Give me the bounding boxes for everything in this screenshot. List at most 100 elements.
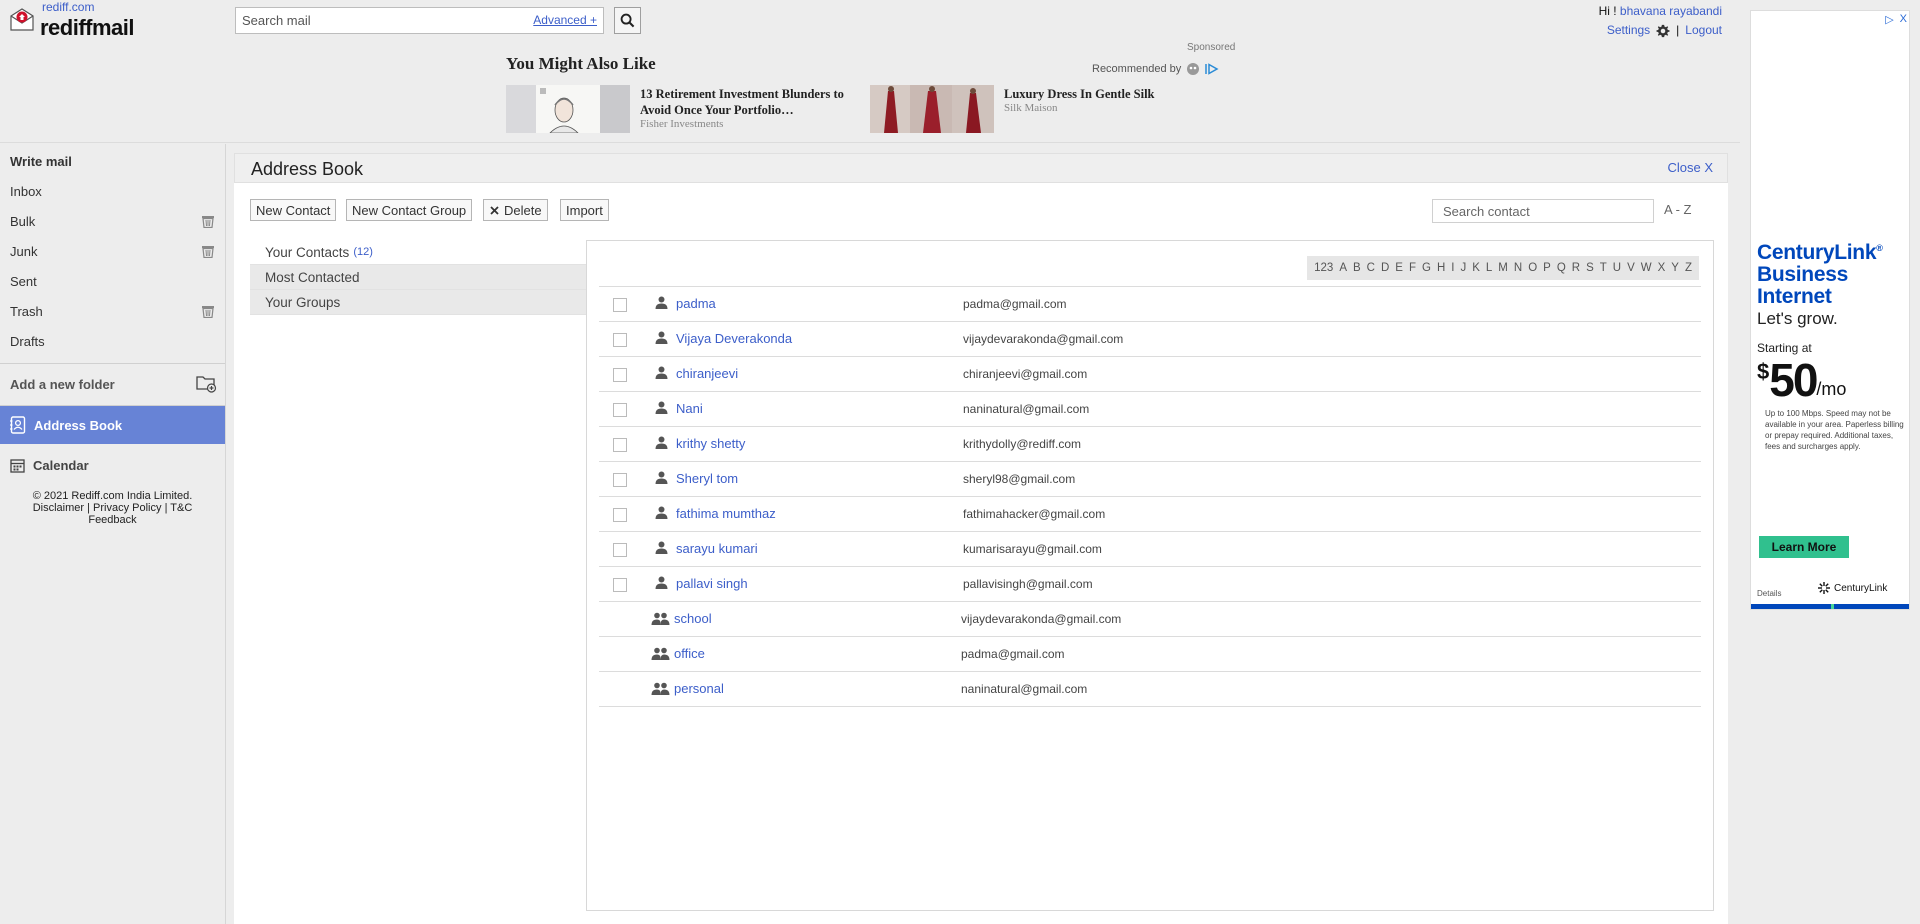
empty-junk-trash-icon[interactable]	[201, 245, 215, 258]
group-row[interactable]: personal naninatural@gmail.com	[599, 671, 1701, 706]
contact-row[interactable]: sarayu kumari kumarisarayu@gmail.com	[599, 531, 1701, 566]
contact-row[interactable]: chiranjeevi chiranjeevi@gmail.com	[599, 356, 1701, 391]
alphabet-letter[interactable]: U	[1610, 262, 1624, 274]
nav-sent[interactable]: Sent	[0, 266, 225, 296]
alphabet-letter[interactable]: X	[1655, 262, 1669, 274]
contact-name[interactable]: Sheryl tom	[676, 471, 738, 486]
sort-az-toggle[interactable]: A - Z	[1664, 202, 1691, 217]
contact-checkbox[interactable]	[613, 403, 627, 417]
disclaimer-link[interactable]: Disclaimer	[33, 502, 84, 514]
alphabet-letter[interactable]: H	[1434, 262, 1448, 274]
contact-row[interactable]: krithy shetty krithydolly@rediff.com	[599, 426, 1701, 461]
contact-name[interactable]: chiranjeevi	[676, 366, 738, 381]
new-contact-group-button[interactable]: New Contact Group	[346, 199, 473, 221]
promo-item-title[interactable]: Luxury Dress In Gentle Silk	[1004, 86, 1219, 102]
alphabet-letter[interactable]: T	[1597, 262, 1610, 274]
promo-item[interactable]: 13 Retirement Investment Blunders to Avo…	[506, 85, 866, 133]
alphabet-letter[interactable]: A	[1336, 262, 1350, 274]
group-name[interactable]: school	[674, 611, 712, 626]
nav-calendar[interactable]: Calendar	[0, 447, 225, 483]
contact-checkbox[interactable]	[613, 438, 627, 452]
privacy-policy-link[interactable]: Privacy Policy	[93, 502, 161, 514]
contact-checkbox[interactable]	[613, 508, 627, 522]
contact-checkbox[interactable]	[613, 333, 627, 347]
alphabet-letter[interactable]: G	[1419, 262, 1434, 274]
ad-close-icon[interactable]: X	[1900, 13, 1907, 26]
contact-row[interactable]: padma padma@gmail.com	[599, 286, 1701, 321]
terms-link[interactable]: T&C	[170, 502, 192, 514]
contact-row[interactable]: pallavi singh pallavisingh@gmail.com	[599, 566, 1701, 601]
contact-checkbox[interactable]	[613, 368, 627, 382]
nav-write-mail[interactable]: Write mail	[0, 146, 225, 176]
ad-details-link[interactable]: Details	[1757, 589, 1781, 598]
contact-row[interactable]: Nani naninatural@gmail.com	[599, 391, 1701, 426]
contact-search-input[interactable]	[1433, 200, 1653, 222]
nav-bulk[interactable]: Bulk	[0, 206, 225, 236]
add-folder-button[interactable]: Add a new folder	[0, 368, 225, 400]
advertisement[interactable]: ▷ X CenturyLink® Business Internet Let's…	[1750, 10, 1910, 610]
alphabet-letter[interactable]: I	[1448, 262, 1457, 274]
alphabet-letter[interactable]: V	[1624, 262, 1638, 274]
nav-drafts[interactable]: Drafts	[0, 326, 225, 356]
advanced-search-link[interactable]: Advanced +	[533, 13, 597, 27]
empty-trash-icon[interactable]	[201, 305, 215, 318]
nav-junk[interactable]: Junk	[0, 236, 225, 266]
alphabet-letter[interactable]: L	[1483, 262, 1495, 274]
gear-icon[interactable]	[1656, 24, 1670, 38]
group-name[interactable]: office	[674, 646, 705, 661]
category-most-contacted[interactable]: Most Contacted	[250, 265, 587, 290]
alphabet-letter[interactable]: F	[1406, 262, 1419, 274]
alphabet-letter[interactable]: M	[1495, 262, 1511, 274]
alphabet-letter[interactable]: C	[1364, 262, 1378, 274]
contact-checkbox[interactable]	[613, 543, 627, 557]
group-row[interactable]: school vijaydevarakonda@gmail.com	[599, 601, 1701, 636]
alphabet-letter[interactable]: N	[1511, 262, 1525, 274]
group-name[interactable]: personal	[674, 681, 724, 696]
alphabet-letter[interactable]: B	[1350, 262, 1364, 274]
alphabet-letter[interactable]: R	[1569, 262, 1583, 274]
promo-item-title[interactable]: 13 Retirement Investment Blunders to Avo…	[640, 86, 855, 118]
contact-name[interactable]: krithy shetty	[676, 436, 745, 451]
contact-row[interactable]: fathima mumthaz fathimahacker@gmail.com	[599, 496, 1701, 531]
contact-name[interactable]: pallavi singh	[676, 576, 748, 591]
category-your-contacts[interactable]: Your Contacts (12)	[250, 240, 587, 265]
alphabet-letter[interactable]: P	[1540, 262, 1554, 274]
feedback-link[interactable]: Feedback	[88, 514, 136, 526]
alphabet-letter[interactable]: E	[1392, 262, 1406, 274]
nav-address-book[interactable]: Address Book	[0, 406, 225, 444]
ad-learn-more-button[interactable]: Learn More	[1759, 536, 1849, 558]
contact-name[interactable]: fathima mumthaz	[676, 506, 776, 521]
contact-name[interactable]: padma	[676, 296, 716, 311]
adchoices-icon[interactable]: ▷	[1885, 13, 1893, 26]
category-your-groups[interactable]: Your Groups	[250, 290, 587, 315]
import-button[interactable]: Import	[560, 199, 609, 221]
contact-row[interactable]: Vijaya Deverakonda vijaydevarakonda@gmail…	[599, 321, 1701, 356]
user-name-link[interactable]: bhavana rayabandi	[1620, 4, 1722, 18]
alphabet-letter[interactable]: O	[1525, 262, 1540, 274]
promo-item[interactable]: Luxury Dress In Gentle Silk Silk Maison	[870, 85, 1190, 133]
alphabet-letter[interactable]: Y	[1668, 262, 1682, 274]
delete-button[interactable]: Delete	[483, 199, 548, 221]
alphabet-letter[interactable]: Z	[1682, 262, 1695, 274]
alphabet-letter[interactable]: 123	[1311, 262, 1336, 274]
new-contact-button[interactable]: New Contact	[250, 199, 337, 221]
alphabet-letter[interactable]: W	[1638, 262, 1655, 274]
group-row[interactable]: office padma@gmail.com	[599, 636, 1701, 671]
rediff-com-link[interactable]: rediff.com	[42, 0, 94, 14]
close-address-book-link[interactable]: Close X	[1667, 160, 1713, 175]
nav-trash[interactable]: Trash	[0, 296, 225, 326]
alphabet-letter[interactable]: S	[1583, 262, 1597, 274]
alphabet-letter[interactable]: D	[1378, 262, 1392, 274]
alphabet-letter[interactable]: J	[1457, 262, 1469, 274]
recommended-by[interactable]: Recommended by	[1092, 62, 1219, 76]
contact-checkbox[interactable]	[613, 578, 627, 592]
contact-checkbox[interactable]	[613, 473, 627, 487]
empty-bulk-trash-icon[interactable]	[201, 215, 215, 228]
contact-checkbox[interactable]	[613, 298, 627, 312]
contact-name[interactable]: sarayu kumari	[676, 541, 758, 556]
alphabet-letter[interactable]: Q	[1554, 262, 1569, 274]
settings-link[interactable]: Settings	[1607, 22, 1650, 39]
contact-name[interactable]: Vijaya Deverakonda	[676, 331, 792, 346]
search-button[interactable]	[614, 7, 641, 34]
contact-row[interactable]: Sheryl tom sheryl98@gmail.com	[599, 461, 1701, 496]
